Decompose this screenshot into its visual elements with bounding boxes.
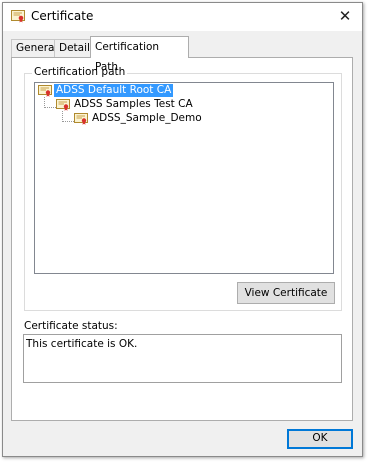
certificate-icon (11, 10, 25, 23)
tree-node-label: ADSS Default Root CA (54, 84, 174, 97)
view-certificate-button[interactable]: View Certificate (237, 282, 335, 304)
certificate-status-text: This certificate is OK. (26, 338, 138, 350)
certification-path-tree[interactable]: ADSS Default Root CA ADSS Samples Test C… (34, 82, 334, 274)
certificate-icon (74, 113, 88, 125)
ok-button[interactable]: OK (287, 429, 353, 449)
close-button[interactable]: ✕ (328, 3, 362, 31)
certificate-status-box: This certificate is OK. (23, 334, 342, 383)
tab-general-label: General (16, 42, 58, 54)
tab-general[interactable]: General (11, 39, 58, 57)
tree-node-label: ADSS_Sample_Demo (92, 112, 202, 124)
close-icon: ✕ (338, 7, 352, 25)
title-bar: Certificate ✕ (3, 3, 362, 31)
tree-connector (62, 111, 74, 122)
tab-details[interactable]: Details (54, 39, 95, 57)
tree-node-label: ADSS Samples Test CA (74, 98, 193, 110)
window-title: Certificate (31, 9, 94, 23)
certificate-status-label: Certificate status: (24, 320, 118, 332)
tab-certification-path[interactable]: Certification Path (90, 36, 189, 73)
certificate-dialog: Certificate ✕ General Details Certificat… (2, 2, 363, 457)
certificate-icon (38, 85, 52, 97)
certification-path-panel: Certification path ADSS Default Root CA (11, 57, 353, 421)
certification-path-group: Certification path ADSS Default Root CA (24, 66, 342, 311)
certificate-icon (56, 99, 70, 111)
tree-connector (44, 97, 56, 108)
